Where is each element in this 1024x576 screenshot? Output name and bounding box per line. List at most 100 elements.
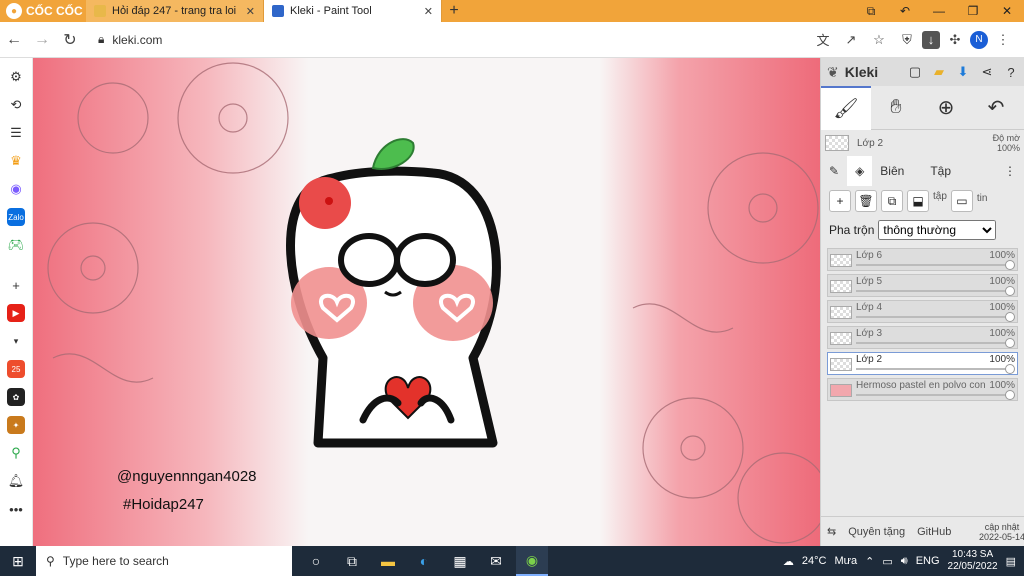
taskbar-clock[interactable]: 10:43 SA 22/05/2022 — [948, 549, 998, 573]
tab-brush-icon[interactable]: ✎ — [821, 156, 847, 186]
cortana-icon[interactable]: ○ — [300, 546, 332, 576]
map-pin-icon[interactable]: ⚲ — [7, 444, 25, 462]
close-window-icon[interactable]: ✕ — [990, 0, 1024, 22]
task-view-icon[interactable]: ⧉ — [336, 546, 368, 576]
blend-mode-select[interactable]: thông thường — [878, 220, 997, 240]
reload-icon[interactable]: ↻ — [56, 26, 84, 54]
help-icon[interactable]: ? — [1002, 63, 1020, 81]
weather-icon[interactable]: ☁ — [783, 555, 794, 568]
screenshot-icon[interactable]: ⧉ — [854, 0, 888, 22]
volume-icon[interactable]: 🔊︎ — [901, 555, 908, 568]
brush-tool-icon[interactable]: 🖌︎ — [821, 85, 871, 130]
opacity-slider[interactable] — [856, 368, 1009, 370]
add-icon[interactable]: + — [7, 276, 25, 294]
menu-dots-icon[interactable]: ⋮ — [990, 27, 1016, 53]
opacity-slider[interactable] — [856, 342, 1009, 344]
opacity-slider-handle[interactable] — [1005, 312, 1015, 322]
drawing-canvas[interactable]: @nguyennngan4028 #Hoidap247 — [33, 58, 820, 546]
open-folder-icon[interactable]: ▰ — [930, 63, 948, 81]
add-layer-button[interactable]: + — [829, 190, 851, 212]
taskbar-search[interactable]: ⚲ Type here to search — [36, 546, 292, 576]
layer-item[interactable]: Lớp 2 100% — [827, 352, 1018, 375]
bookmark-star-icon[interactable]: ☆ — [866, 27, 892, 53]
browser-brand[interactable]: ● CỐC CỐC — [0, 0, 86, 22]
hand-tool-icon[interactable]: ✋︎ — [871, 86, 921, 130]
layer-item[interactable]: Lớp 4 100% — [827, 300, 1018, 323]
actions-label-2: tin — [976, 192, 988, 204]
translate-icon[interactable]: 文 — [810, 27, 836, 53]
duplicate-layer-button[interactable]: ⧉ — [881, 190, 903, 212]
opacity-slider[interactable] — [856, 394, 1009, 396]
address-bar[interactable]: 🔒︎ kleki.com — [90, 27, 780, 53]
zalo-icon[interactable]: Zalo — [7, 208, 25, 226]
tab-kleki[interactable]: Kleki - Paint Tool ✕ — [264, 0, 442, 22]
input-language[interactable]: ENG — [916, 555, 940, 567]
windows-start-icon[interactable]: ⊞ — [0, 553, 36, 570]
close-icon[interactable]: ✕ — [246, 5, 255, 18]
tiki-icon[interactable]: ✿ — [7, 388, 25, 406]
github-link[interactable]: GitHub — [911, 526, 957, 538]
layer-item[interactable]: Lớp 5 100% — [827, 274, 1018, 297]
notification-bell-icon[interactable]: 🔔︎ — [7, 472, 25, 490]
weather-desc[interactable]: Mưa — [834, 555, 857, 567]
opacity-slider-handle[interactable] — [1005, 286, 1015, 296]
layer-item[interactable]: Lớp 3 100% — [827, 326, 1018, 349]
mail-icon[interactable]: ✉ — [480, 546, 512, 576]
delete-layer-button[interactable]: 🗑︎ — [855, 190, 877, 212]
tray-chevron-icon[interactable]: ⌃ — [865, 555, 874, 568]
undo-icon[interactable]: ↶ — [971, 86, 1021, 130]
history-icon[interactable]: ⟲ — [7, 96, 25, 114]
crown-icon[interactable]: ♛ — [7, 152, 25, 170]
tab-hoidap247[interactable]: Hỏi đáp 247 - trang tra loi ✕ — [86, 0, 264, 22]
opacity-slider[interactable] — [856, 316, 1009, 318]
game-controller-icon[interactable]: 🎮︎ — [7, 236, 25, 254]
save-download-icon[interactable]: ⬇ — [954, 63, 972, 81]
share-icon[interactable]: ↗ — [838, 27, 864, 53]
forward-arrow-icon[interactable]: → — [28, 26, 56, 54]
download-icon[interactable]: ↓ — [922, 30, 940, 49]
rename-layer-button[interactable]: ▭ — [950, 190, 973, 212]
opacity-slider-handle[interactable] — [1005, 364, 1015, 374]
more-dots-icon[interactable]: ••• — [7, 500, 25, 518]
file-explorer-icon[interactable]: ▬ — [372, 546, 404, 576]
chevron-down-icon[interactable]: ▾ — [7, 332, 25, 350]
layer-item[interactable]: Lớp 6 100% — [827, 248, 1018, 271]
extensions-icon[interactable]: ✣ — [942, 27, 968, 53]
shopee-icon[interactable]: 25 — [7, 360, 25, 378]
back-history-icon[interactable]: ↶ — [888, 0, 922, 22]
shield-icon[interactable]: ⛨ — [894, 27, 920, 53]
new-file-icon[interactable]: ▢ — [906, 63, 924, 81]
tab-more-icon[interactable]: ⋮ — [996, 156, 1024, 186]
tab-file[interactable]: Tập — [922, 156, 959, 186]
opacity-slider[interactable] — [856, 264, 1009, 266]
layer-item[interactable]: Hermoso pastel en polvo con 100% — [827, 378, 1018, 401]
close-icon[interactable]: ✕ — [424, 5, 433, 18]
coccoc-taskbar-icon[interactable]: ◉ — [516, 546, 548, 576]
reading-list-icon[interactable]: ☰ — [7, 124, 25, 142]
game-icon[interactable]: ✦ — [7, 416, 25, 434]
settings-gear-icon[interactable]: ⚙ — [7, 68, 25, 86]
opacity-slider-handle[interactable] — [1005, 390, 1015, 400]
donate-link[interactable]: Quyên tặng — [842, 526, 911, 538]
share-icon[interactable]: ⋖ — [978, 63, 996, 81]
opacity-slider-handle[interactable] — [1005, 260, 1015, 270]
tab-layers-icon[interactable]: ◈ — [847, 156, 873, 186]
restore-icon[interactable]: ❐ — [956, 0, 990, 22]
edge-icon[interactable]: ◐ — [408, 546, 440, 576]
minimize-icon[interactable]: — — [922, 0, 956, 22]
messenger-icon[interactable]: ◉ — [7, 180, 25, 198]
swap-icon[interactable]: ⇆ — [821, 525, 842, 538]
weather-temp[interactable]: 24°C — [802, 555, 827, 567]
back-arrow-icon[interactable]: ← — [0, 26, 28, 54]
opacity-slider[interactable] — [856, 290, 1009, 292]
zoom-icon[interactable]: ⊕ — [921, 86, 971, 130]
opacity-slider-handle[interactable] — [1005, 338, 1015, 348]
tab-edit[interactable]: Biên — [872, 156, 912, 186]
profile-avatar[interactable]: N — [970, 30, 988, 49]
store-icon[interactable]: ▦ — [444, 546, 476, 576]
new-tab-button[interactable]: + — [442, 0, 466, 22]
notification-icon[interactable]: ▤ — [1006, 555, 1016, 568]
network-icon[interactable]: ▭ — [882, 555, 892, 568]
youtube-icon[interactable]: ▶ — [7, 304, 25, 322]
merge-layer-button[interactable]: ⬓ — [907, 190, 929, 212]
